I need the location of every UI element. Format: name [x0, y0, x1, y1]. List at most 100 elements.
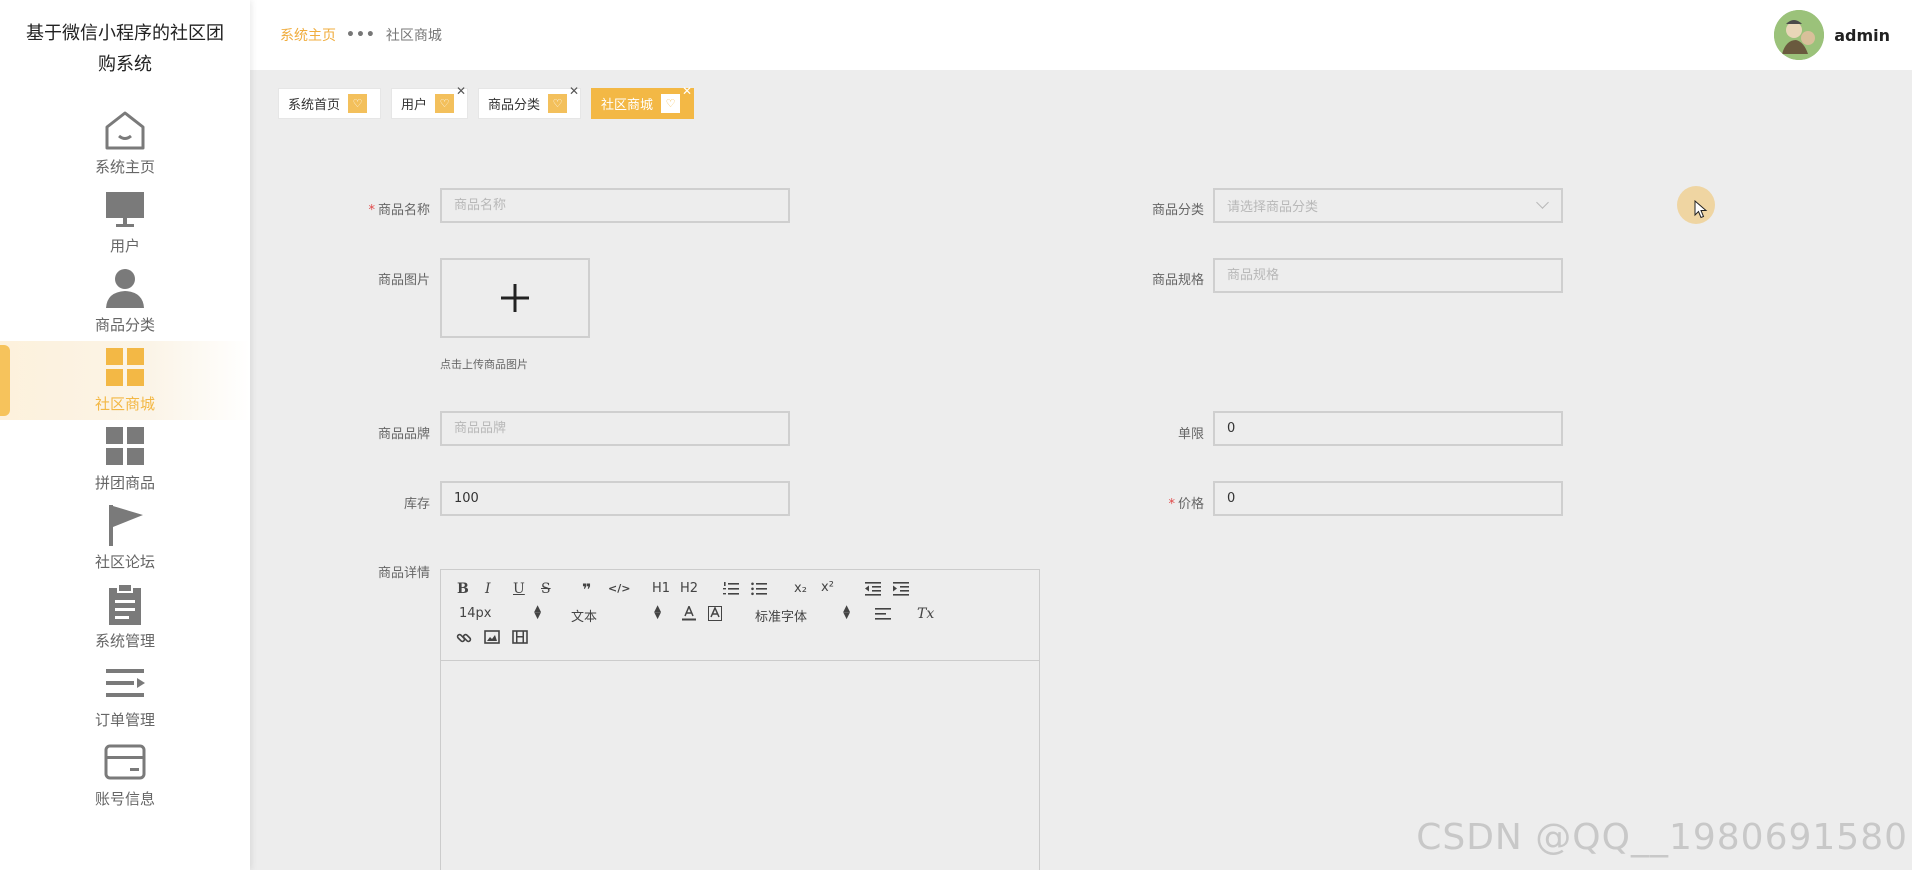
editor-toolbar: B I U S ❞ </> H1 H2 x₂ x² 14px ▲ ▼ 文本 ▲ ▼ 标准…	[441, 570, 1039, 661]
list-icon	[106, 669, 145, 697]
sidebar-item-forum[interactable]: 社区论坛	[0, 499, 250, 578]
required-mark: *	[1168, 497, 1175, 512]
breadcrumb-home[interactable]: 系统主页	[280, 25, 336, 45]
font-family-select[interactable]: 标准字体 ▲ ▼	[755, 605, 850, 626]
name-label-text: 商品名称	[377, 203, 430, 218]
sidebar-item-label: 用户	[109, 237, 140, 255]
monitor-icon	[106, 192, 144, 227]
required-mark: *	[368, 203, 375, 218]
sidebar-item-mall[interactable]: 社区商城	[0, 341, 250, 420]
sidebar: 基于微信小程序的社区团 购系统 系统主页 用户 商品分类 社区商城 拼团商品 社…	[0, 0, 250, 870]
strike-button[interactable]: S	[541, 581, 551, 597]
close-icon[interactable]: ✕	[456, 84, 466, 98]
code-button[interactable]: </>	[608, 582, 630, 595]
price-label-text: 价格	[1177, 497, 1204, 512]
watermark: CSDN @QQ__1980691580	[1416, 817, 1908, 858]
link-icon[interactable]	[456, 630, 472, 646]
product-name-input[interactable]	[440, 188, 790, 223]
app-title-line2: 购系统	[98, 54, 152, 75]
avatar[interactable]	[1774, 10, 1825, 60]
sidebar-item-orders[interactable]: 订单管理	[0, 657, 250, 736]
limit-label: 单限	[1177, 427, 1204, 442]
sidebar-item-label: 订单管理	[94, 711, 155, 729]
stock-input[interactable]	[440, 481, 790, 516]
chevron-down-icon	[1536, 196, 1549, 209]
font-size-select[interactable]: 14px ▲ ▼	[459, 604, 541, 622]
price-label: * 价格	[1044, 493, 1204, 512]
brand-input[interactable]	[440, 411, 790, 446]
sidebar-item-system[interactable]: 系统管理	[0, 578, 250, 657]
clipboard-icon	[109, 583, 141, 625]
tag-home[interactable]: 系统首页 ♡	[278, 88, 382, 119]
sidebar-item-group-buy[interactable]: 拼团商品	[0, 420, 250, 499]
plus-icon	[501, 284, 529, 312]
tags-view: 系统首页 ♡ 用户 ♡ ✕ 商品分类 ♡ ✕ 社区商城 ♡ ✕	[278, 84, 704, 119]
sidebar-item-label: 社区论坛	[94, 553, 155, 571]
sidebar-item-categories[interactable]: 商品分类	[0, 262, 250, 341]
bold-button[interactable]: B	[457, 581, 469, 597]
editor-content[interactable]	[441, 661, 1039, 870]
user-icon	[106, 269, 144, 308]
home-icon	[105, 111, 145, 150]
grid-icon	[106, 427, 144, 465]
heart-icon: ♡	[548, 94, 568, 113]
image-icon[interactable]	[484, 630, 500, 644]
tag-users[interactable]: 用户 ♡ ✕	[391, 84, 469, 119]
sidebar-item-label: 拼团商品	[94, 474, 155, 492]
tag-label: 系统首页	[288, 98, 341, 113]
user-menu[interactable]: admin	[1774, 10, 1890, 60]
align-icon[interactable]	[875, 608, 891, 620]
stock-label: 库存	[403, 497, 430, 512]
video-icon[interactable]	[512, 630, 528, 644]
close-icon[interactable]: ✕	[569, 84, 579, 98]
name-label: * 商品名称	[270, 199, 430, 218]
background-color-icon[interactable]	[708, 606, 722, 621]
h2-button[interactable]: H2	[680, 581, 698, 596]
spec-input[interactable]	[1213, 258, 1563, 293]
image-label: 商品图片	[377, 273, 430, 288]
flag-icon	[109, 505, 143, 546]
sidebar-item-label: 账号信息	[94, 790, 155, 808]
tag-mall[interactable]: 社区商城 ♡ ✕	[591, 84, 695, 119]
breadcrumb-separator: •••	[346, 27, 376, 43]
header-select[interactable]: 文本 ▲ ▼	[571, 604, 661, 626]
italic-button[interactable]: I	[485, 581, 491, 597]
superscript-button[interactable]: x²	[821, 580, 834, 595]
category-select[interactable]: 请选择商品分类	[1213, 188, 1563, 223]
tag-label: 用户	[401, 98, 428, 113]
indent-icon[interactable]	[893, 582, 909, 596]
image-upload-button[interactable]	[440, 258, 590, 338]
close-icon[interactable]: ✕	[682, 84, 692, 98]
updown-arrow-icon: ▲ ▼	[534, 604, 541, 621]
quote-button[interactable]: ❞	[582, 580, 591, 599]
sidebar-item-label: 系统主页	[94, 158, 155, 176]
sidebar-item-users[interactable]: 用户	[0, 183, 250, 262]
limit-input[interactable]	[1213, 411, 1563, 446]
tag-categories[interactable]: 商品分类 ♡ ✕	[478, 84, 582, 119]
bullet-list-icon[interactable]	[751, 582, 767, 596]
subscript-button[interactable]: x₂	[794, 581, 807, 596]
ordered-list-icon[interactable]	[723, 582, 739, 596]
font-family-value: 标准字体	[755, 610, 808, 625]
underline-button[interactable]: U	[513, 581, 525, 597]
heart-icon: ♡	[661, 94, 681, 113]
header-select-value: 文本	[571, 610, 598, 625]
updown-arrow-icon: ▲ ▼	[654, 604, 661, 621]
breadcrumb-current: 社区商城	[385, 28, 442, 44]
clean-format-button[interactable]: Tx	[917, 606, 934, 622]
app-title: 基于微信小程序的社区团 购系统	[0, 0, 250, 104]
price-input[interactable]	[1213, 481, 1563, 516]
font-color-icon[interactable]	[682, 606, 696, 621]
h1-button[interactable]: H1	[652, 581, 670, 596]
mouse-pointer-icon	[1694, 200, 1708, 219]
username: admin	[1834, 25, 1890, 45]
upload-hint: 点击上传商品图片	[440, 358, 528, 371]
sidebar-item-label: 社区商城	[94, 395, 155, 413]
app-title-line1: 基于微信小程序的社区团	[26, 23, 224, 44]
sidebar-item-home[interactable]: 系统主页	[0, 104, 250, 183]
card-icon	[104, 744, 146, 780]
brand-label: 商品品牌	[377, 427, 430, 442]
sidebar-item-label: 商品分类	[94, 316, 155, 334]
outdent-icon[interactable]	[865, 582, 881, 596]
sidebar-item-account[interactable]: 账号信息	[0, 736, 250, 815]
